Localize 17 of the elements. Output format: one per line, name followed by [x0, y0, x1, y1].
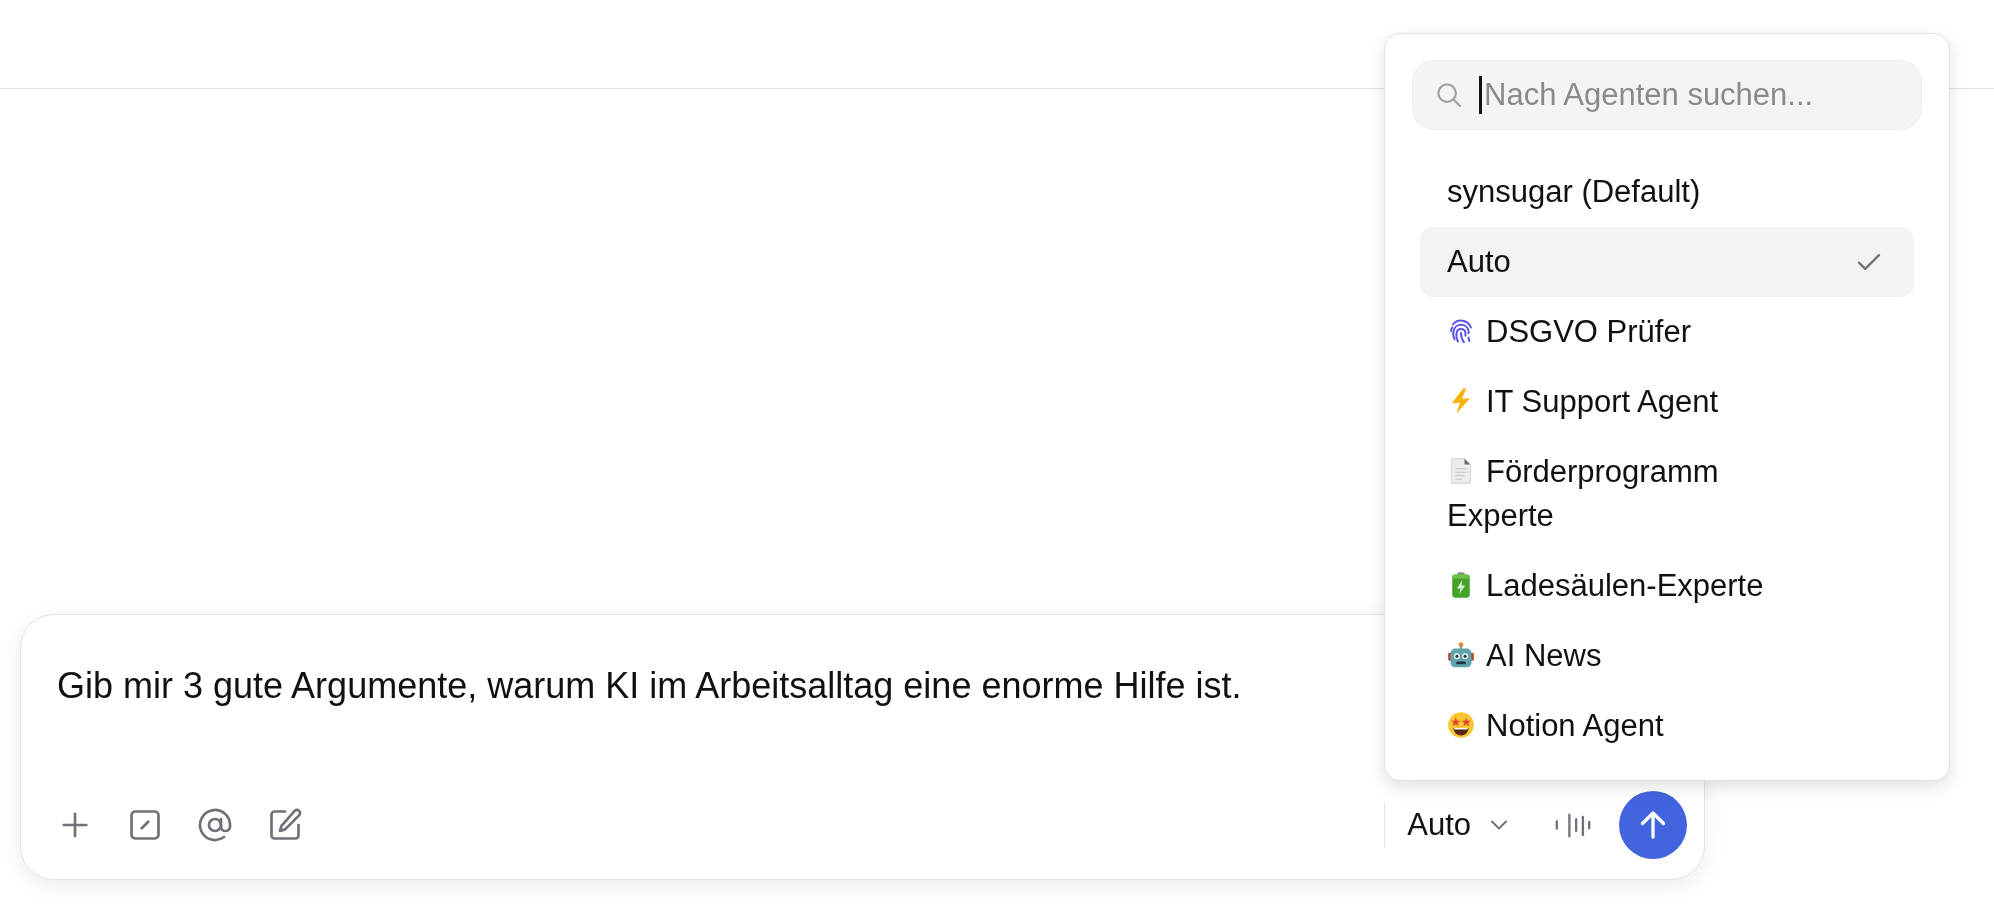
search-field[interactable]: Nach Agenten suchen...	[1412, 60, 1922, 130]
message-input[interactable]: Gib mir 3 gute Argumente, warum KI im Arbeitsalltag eine enorme Hilfe ist.	[57, 661, 1367, 711]
agent-option[interactable]: AI News	[1420, 621, 1914, 692]
robot-icon	[1447, 641, 1475, 670]
agent-option[interactable]: Notion Agent	[1420, 691, 1914, 762]
agent-option[interactable]: Auto	[1420, 227, 1914, 297]
agent-option[interactable]: DSGVO Prüfer	[1420, 297, 1914, 367]
agent-option[interactable]: Förderprogramm Experte	[1420, 437, 1914, 552]
agent-option[interactable]: Ladesäulen-Experte	[1420, 551, 1914, 622]
agent-option[interactable]: synsugar (Default)	[1420, 157, 1914, 227]
agent-selector[interactable]: Auto	[1403, 803, 1515, 847]
agent-option[interactable]: IT Support Agent	[1420, 367, 1914, 437]
slash-square-icon	[127, 807, 163, 843]
star-eyed-face-icon	[1447, 711, 1475, 740]
pen-square-icon	[267, 807, 303, 843]
search-icon	[1434, 80, 1464, 110]
at-sign-icon	[197, 807, 233, 843]
